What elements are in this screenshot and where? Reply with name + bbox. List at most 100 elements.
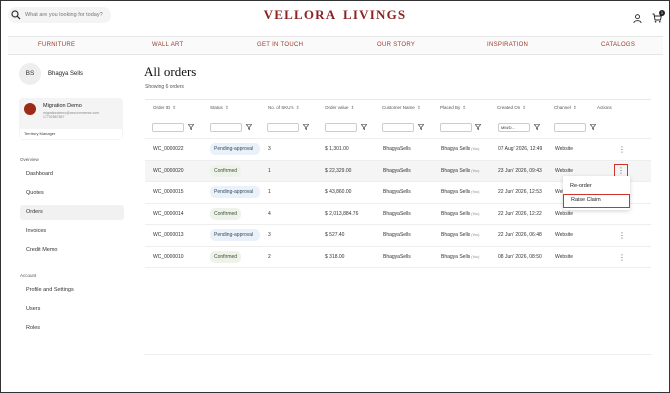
more-actions-icon[interactable]: ⋮ (617, 252, 627, 264)
sort-icon[interactable]: ⇕ (462, 105, 466, 110)
order-id[interactable]: WC_0000020 (153, 168, 184, 174)
sku-count: 2 (268, 253, 271, 260)
filter-icon[interactable] (246, 124, 252, 130)
filter-icon[interactable] (418, 124, 424, 130)
avatar: BS (19, 63, 41, 85)
cart-count-badge: 1 (659, 10, 665, 16)
sidebar-item-credit-memo[interactable]: Credit Memo (20, 243, 124, 258)
filter-channel-input[interactable] (554, 123, 586, 132)
sidebar-item-quotes[interactable]: Quotes (20, 186, 124, 201)
nav-wall-art[interactable]: WALL ART (152, 42, 184, 48)
nav-inspiration[interactable]: INSPIRATION (487, 42, 528, 48)
nav-our-story[interactable]: OUR STORY (377, 42, 415, 48)
filter-icon[interactable] (303, 124, 309, 130)
col-status[interactable]: Status ⇕ (210, 105, 229, 111)
order-value: $ 527.40 (325, 232, 345, 238)
col-customer-name[interactable]: Customer Name ⇕ (382, 105, 421, 111)
filter-placed-by-input[interactable] (440, 123, 472, 132)
sidebar-item-dashboard[interactable]: Dashboard (20, 167, 124, 182)
org-card[interactable]: Migration Demo migrationdemo@vezcommerce… (19, 98, 123, 140)
col-order-id[interactable]: Order ID ⇕ (153, 105, 176, 111)
col-order-value[interactable]: Order value ⇕ (325, 105, 354, 111)
col-skus[interactable]: No. of SKU's ⇕ (268, 105, 299, 111)
brand-logo[interactable]: VELLORA LIVINGS (1, 7, 669, 23)
nav-furniture[interactable]: FURNITURE (38, 42, 75, 48)
placed-by-name: Bhagya Sells (441, 189, 471, 195)
filter-icon[interactable] (188, 124, 194, 130)
filter-skus-input[interactable] (267, 123, 299, 132)
nav-get-in-touch[interactable]: GET IN TOUCH (257, 42, 303, 48)
placed-by: Bhagya Sells(You) (441, 168, 479, 174)
sort-icon[interactable]: ⇕ (172, 105, 176, 110)
sort-icon[interactable]: ⇕ (522, 105, 526, 110)
col-label: Customer Name (382, 105, 415, 110)
sku-count: 1 (268, 167, 271, 174)
col-label: Channel (554, 105, 571, 110)
status-badge: Pending-approval (210, 186, 260, 198)
placed-by-name: Bhagya Sells (441, 146, 471, 152)
channel: Website (555, 146, 573, 152)
main-nav: FURNITURE WALL ART GET IN TOUCH OUR STOR… (8, 36, 663, 55)
filter-icon[interactable] (590, 124, 596, 130)
status-badge: Confirmed (210, 250, 242, 263)
sort-icon[interactable]: ⇕ (296, 105, 300, 110)
you-tag: (You) (471, 147, 480, 151)
user-name: Bhagya Sells (48, 71, 84, 77)
filter-icon[interactable] (534, 124, 540, 130)
org-role: Territory Manager (20, 129, 122, 139)
order-id[interactable]: WC_0000010 (153, 254, 184, 260)
col-label: Status (210, 105, 223, 110)
order-value: $ 318.00 (325, 253, 345, 260)
customer-name: BhagyaSells (383, 232, 411, 238)
menu-item-reorder[interactable]: Re-order (563, 179, 630, 193)
user-icon[interactable] (633, 14, 642, 23)
customer-name: BhagyaSells (383, 210, 411, 217)
menu-item-raise-claim[interactable]: Raise Claim (563, 194, 630, 208)
sidebar-item-profile-settings[interactable]: Profile and Settings (20, 283, 124, 298)
order-value: $ 2,013,884.76 (325, 210, 359, 217)
sku-count: 3 (268, 146, 271, 152)
orders-table: Order ID ⇕ Status ⇕ No. of SKU's ⇕ Order va… (145, 99, 651, 392)
channel: Website (555, 167, 573, 174)
col-channel[interactable]: Channel ⇕ (554, 105, 577, 111)
sidebar-item-users[interactable]: Users (20, 302, 124, 317)
more-actions-icon[interactable]: ⋮ (617, 144, 627, 156)
created-on: 08 Jun' 2026, 08:50 (498, 253, 542, 260)
org-phone: 17702587657 (43, 115, 65, 119)
filter-status-input[interactable] (210, 123, 242, 132)
table-row[interactable]: WC_0000010 Confirmed 2 $ 318.00 BhagyaSe… (145, 247, 651, 268)
placed-by-name: Bhagya Sells (441, 232, 471, 238)
sidebar-item-roles[interactable]: Roles (20, 321, 124, 336)
org-name: Migration Demo (43, 103, 82, 109)
sort-icon[interactable]: ⇕ (573, 105, 577, 110)
col-created-on[interactable]: Created On ⇕ (497, 105, 526, 111)
order-id[interactable]: WC_0000015 (153, 189, 184, 195)
sort-icon[interactable]: ⇕ (351, 105, 355, 110)
col-label: No. of SKU's (268, 105, 294, 110)
col-actions: Actions (597, 105, 612, 110)
filter-order-value-input[interactable] (325, 123, 357, 132)
nav-catalogs[interactable]: CATALOGS (601, 42, 635, 48)
table-row[interactable]: WC_0000013 Pending-approval 3 $ 527.40 B… (145, 225, 651, 247)
overview-section-title: Overview (20, 157, 39, 162)
more-actions-icon[interactable]: ⋮ (617, 230, 627, 242)
channel: Website (555, 232, 573, 238)
created-on: 23 Jun' 2026, 09:43 (498, 167, 542, 174)
sort-icon[interactable]: ⇕ (417, 105, 421, 110)
filter-row: MM/D... (145, 118, 651, 139)
order-value: $ 43,860.00 (325, 189, 352, 195)
table-row[interactable]: WC_0000022 Pending-approval 3 $ 1,301.00… (145, 139, 651, 161)
order-id[interactable]: WC_0000013 (153, 232, 184, 238)
filter-order-id-input[interactable] (152, 123, 184, 132)
filter-customer-input[interactable] (382, 123, 414, 132)
sidebar-item-orders[interactable]: Orders (20, 205, 124, 220)
filter-created-on-input[interactable]: MM/D... (498, 123, 530, 132)
col-placed-by[interactable]: Placed By ⇕ (440, 105, 466, 111)
filter-icon[interactable] (475, 124, 481, 130)
order-id[interactable]: WC_0000014 (153, 211, 184, 217)
filter-icon[interactable] (361, 124, 367, 130)
sort-icon[interactable]: ⇕ (225, 105, 229, 110)
sidebar-item-invoices[interactable]: Invoices (20, 224, 124, 239)
channel: Website (555, 210, 573, 217)
order-id[interactable]: WC_0000022 (153, 146, 184, 152)
